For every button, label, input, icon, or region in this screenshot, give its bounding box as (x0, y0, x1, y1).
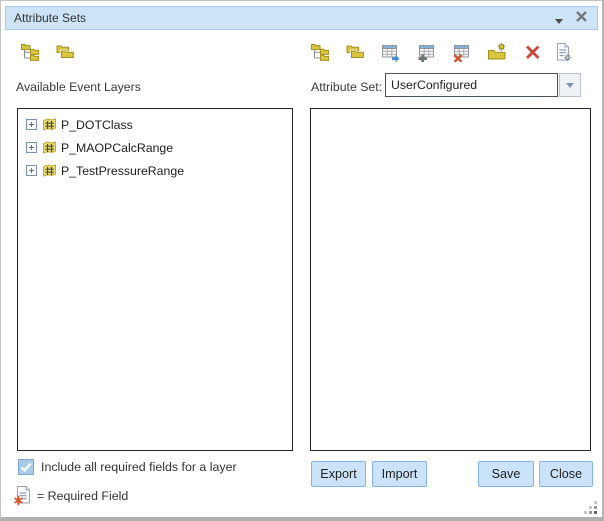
include-required-fields-checkbox[interactable] (18, 459, 34, 475)
copy-attribute-set-folders-icon (55, 42, 75, 62)
event-layer-icon (42, 140, 57, 155)
tree-item-label: P_TestPressureRange (61, 164, 184, 178)
required-field-icon (14, 485, 32, 506)
chevron-down-icon (555, 19, 563, 24)
event-layer-icon (42, 117, 57, 132)
table-add-button[interactable] (417, 41, 439, 63)
resize-grip[interactable] (583, 500, 599, 516)
expand-plus-icon[interactable] (26, 165, 37, 176)
delete-red-x-icon (523, 42, 543, 62)
attribute-set-combobox[interactable]: UserConfigured (385, 73, 581, 97)
tree-item-label: P_DOTClass (61, 118, 133, 132)
expand-plus-icon[interactable] (26, 142, 37, 153)
chevron-down-icon (566, 83, 574, 88)
include-required-fields-label: Include all required fields for a layer (41, 459, 237, 476)
available-event-layers-label: Available Event Layers (16, 75, 141, 99)
table-export-arrow-icon (381, 42, 401, 62)
new-attribute-set-tree-icon (20, 42, 40, 62)
attribute-set-value[interactable]: UserConfigured (385, 73, 558, 97)
tree-row-p-testpressurerange[interactable]: P_TestPressureRange (18, 159, 292, 182)
tree-row-p-maopcalcrange[interactable]: P_MAOPCalcRange (18, 136, 292, 159)
available-event-layers-list[interactable]: P_DOTClass P_MAOPCalcRange P_TestPressur… (17, 108, 293, 451)
tree-item-label: P_MAOPCalcRange (61, 141, 173, 155)
export-button[interactable]: Export (311, 461, 366, 487)
title-bar[interactable]: Attribute Sets (5, 6, 598, 30)
tree-row-p-dotclass[interactable]: P_DOTClass (18, 113, 292, 136)
dialog-title: Attribute Sets (14, 7, 86, 29)
close-button-footer[interactable]: Close (539, 461, 593, 487)
event-layer-icon (42, 163, 57, 178)
table-remove-button[interactable] (452, 41, 474, 63)
required-field-label: = Required Field (37, 488, 128, 505)
table-remove-icon (452, 42, 472, 62)
attribute-set-contents-list[interactable] (310, 108, 591, 451)
document-gear-icon (553, 42, 573, 62)
copy-attribute-set-button[interactable] (55, 41, 77, 63)
document-settings-button[interactable] (553, 41, 575, 63)
checkmark-icon (19, 460, 33, 474)
folder-settings-button[interactable] (487, 41, 509, 63)
expand-plus-icon[interactable] (26, 119, 37, 130)
attribute-set-tree-icon (310, 42, 330, 62)
new-attribute-set-button[interactable] (20, 41, 42, 63)
close-icon (575, 10, 588, 23)
delete-button[interactable] (523, 41, 545, 63)
attribute-sets-dialog: Attribute Sets (0, 0, 604, 521)
open-folders-icon (345, 42, 365, 62)
attribute-set-dropdown-button[interactable] (559, 73, 581, 97)
attribute-set-tree-button[interactable] (310, 41, 332, 63)
import-button[interactable]: Import (372, 461, 427, 487)
collapse-button[interactable] (549, 7, 569, 29)
attribute-set-label: Attribute Set: (311, 75, 382, 99)
close-button[interactable] (571, 7, 591, 29)
open-folders-button[interactable] (345, 41, 367, 63)
save-button[interactable]: Save (478, 461, 534, 487)
folder-gear-icon (487, 42, 507, 62)
table-add-icon (417, 42, 437, 62)
table-export-button[interactable] (381, 41, 403, 63)
